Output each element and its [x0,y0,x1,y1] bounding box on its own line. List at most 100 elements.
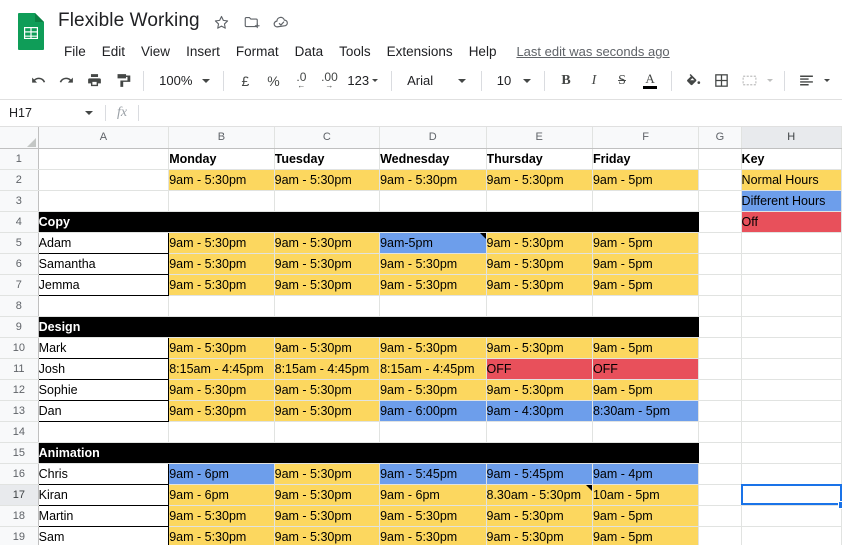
cell-C11[interactable]: 8:15am - 4:45pm [274,358,381,380]
cell-F1[interactable]: Friday [592,148,700,170]
cell-C13[interactable]: 9am - 5:30pm [274,400,381,422]
row-header-17[interactable]: 17 [0,484,39,506]
cell-F6[interactable]: 9am - 5pm [592,253,700,275]
column-header-c[interactable]: C [274,127,381,149]
cell-B4[interactable] [168,211,275,233]
row-header-9[interactable]: 9 [0,316,39,338]
cell-A10[interactable]: Mark [37,336,170,359]
cell-A13[interactable]: Dan [37,399,170,422]
cloud-check-icon[interactable] [272,12,292,32]
cell-D13[interactable]: 9am - 6:00pm [379,400,487,422]
cell-B12[interactable]: 9am - 5:30pm [168,379,275,401]
cell-G17[interactable] [698,484,742,506]
cell-F15[interactable] [592,442,700,464]
cell-F13[interactable]: 8:30am - 5pm [592,400,700,422]
cell-D17[interactable]: 9am - 6pm [379,484,487,506]
cell-G18[interactable] [698,505,742,527]
cell-C1[interactable]: Tuesday [274,148,381,170]
cell-H1[interactable]: Key [741,148,842,170]
cell-D19[interactable]: 9am - 5:30pm [379,526,487,545]
cell-F3[interactable] [592,190,700,212]
cell-G4[interactable] [698,211,742,233]
cell-E16[interactable]: 9am - 5:45pm [486,463,593,485]
cell-D6[interactable]: 9am - 5:30pm [379,253,487,275]
cell-H3[interactable]: Different Hours [741,190,842,212]
cell-B6[interactable]: 9am - 5:30pm [168,253,275,275]
menu-edit[interactable]: Edit [94,42,133,61]
sheets-app-icon[interactable] [14,8,48,53]
cell-F17[interactable]: 10am - 5pm [592,484,700,506]
cell-A2[interactable] [38,169,170,191]
cell-D5[interactable]: 9am-5pm [379,232,487,254]
cell-A6[interactable]: Samantha [37,252,170,275]
borders-icon[interactable] [707,67,735,95]
cell-B17[interactable]: 9am - 6pm [168,484,275,506]
cell-G3[interactable] [698,190,742,212]
cell-C8[interactable] [274,295,381,317]
cell-F16[interactable]: 9am - 4pm [592,463,700,485]
menu-view[interactable]: View [133,42,178,61]
increase-decimal-button[interactable]: .00 → [315,67,343,95]
cell-H10[interactable] [741,337,842,359]
row-header-7[interactable]: 7 [0,274,39,296]
paint-format-icon[interactable] [108,67,136,95]
cell-G11[interactable] [698,358,742,380]
cell-F12[interactable]: 9am - 5pm [592,379,700,401]
cell-H2[interactable]: Normal Hours [741,169,842,191]
cell-H6[interactable] [741,253,842,275]
cell-E13[interactable]: 9am - 4:30pm [486,400,593,422]
column-header-g[interactable]: G [698,127,742,149]
menu-insert[interactable]: Insert [178,42,228,61]
cell-E4[interactable] [486,211,593,233]
cell-B5[interactable]: 9am - 5:30pm [168,232,275,254]
cell-A18[interactable]: Martin [37,504,170,527]
cell-B2[interactable]: 9am - 5:30pm [168,169,275,191]
cell-C16[interactable]: 9am - 5:30pm [274,463,381,485]
cell-E9[interactable] [486,316,593,338]
cell-E10[interactable]: 9am - 5:30pm [486,337,593,359]
menu-extensions[interactable]: Extensions [379,42,461,61]
row-header-19[interactable]: 19 [0,526,39,545]
cell-H13[interactable] [741,400,842,422]
name-box[interactable]: H17 [0,100,105,126]
cell-C10[interactable]: 9am - 5:30pm [274,337,381,359]
cell-E11[interactable]: OFF [486,358,593,380]
cell-H11[interactable] [741,358,842,380]
cell-B11[interactable]: 8:15am - 4:45pm [168,358,275,380]
menu-tools[interactable]: Tools [331,42,379,61]
cell-A11[interactable]: Josh [37,357,170,380]
row-header-13[interactable]: 13 [0,400,39,422]
document-title[interactable]: Flexible Working [56,10,202,32]
cell-H15[interactable] [741,442,842,464]
italic-button[interactable]: I [580,67,608,95]
percent-format-button[interactable]: % [259,67,287,95]
cell-D14[interactable] [379,421,487,443]
cell-C15[interactable] [274,442,381,464]
cell-B10[interactable]: 9am - 5:30pm [168,337,275,359]
cell-C2[interactable]: 9am - 5:30pm [274,169,381,191]
cell-H16[interactable] [741,463,842,485]
cell-G15[interactable] [698,442,742,464]
cell-H17[interactable] [741,484,842,506]
cell-D7[interactable]: 9am - 5:30pm [379,274,487,296]
cell-E12[interactable]: 9am - 5:30pm [486,379,593,401]
cell-H4[interactable]: Off [741,211,842,233]
text-color-button[interactable]: A [636,67,664,95]
row-header-5[interactable]: 5 [0,232,39,254]
column-header-h[interactable]: H [741,127,842,149]
cell-F7[interactable]: 9am - 5pm [592,274,700,296]
cell-B14[interactable] [168,421,275,443]
cell-C17[interactable]: 9am - 5:30pm [274,484,381,506]
cell-G16[interactable] [698,463,742,485]
cell-E17[interactable]: 8.30am - 5:30pm [486,484,593,506]
cell-B7[interactable]: 9am - 5:30pm [168,274,275,296]
cell-H9[interactable] [741,316,842,338]
cell-D4[interactable] [379,211,487,233]
cell-H19[interactable] [741,526,842,545]
row-header-10[interactable]: 10 [0,337,39,359]
menu-data[interactable]: Data [287,42,332,61]
cell-D15[interactable] [379,442,487,464]
cell-D1[interactable]: Wednesday [379,148,487,170]
formula-input[interactable] [139,100,842,126]
cell-A15[interactable]: Animation [38,442,170,464]
